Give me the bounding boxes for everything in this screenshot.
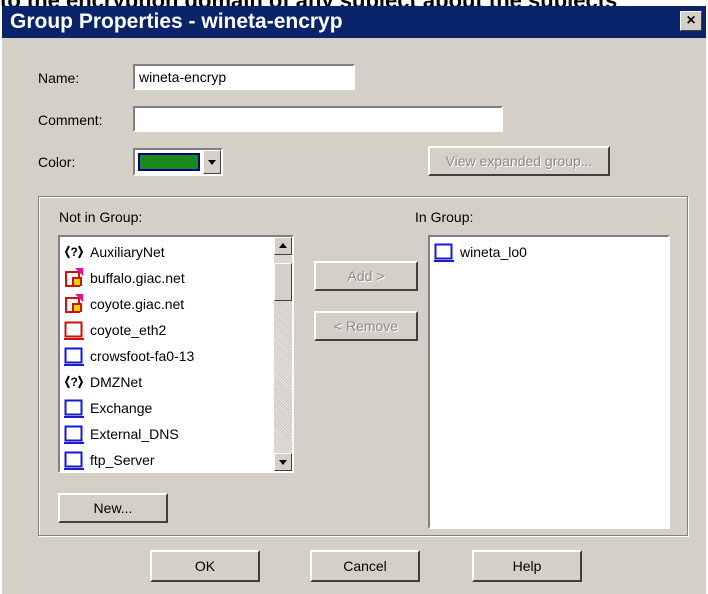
svg-text:?: ?	[71, 375, 78, 389]
scroll-up-button[interactable]	[274, 237, 292, 255]
not-in-group-label: Not in Group:	[59, 209, 143, 225]
color-dropdown[interactable]	[133, 148, 223, 176]
list-item[interactable]: External_DNS	[64, 421, 179, 447]
item-label: wineta_lo0	[460, 244, 527, 260]
chevron-down-icon	[279, 460, 287, 465]
host-icon	[64, 346, 84, 366]
new-button[interactable]: New...	[58, 493, 168, 523]
scroll-down-button[interactable]	[274, 453, 292, 471]
in-group-label: In Group:	[415, 209, 474, 225]
list-item[interactable]: Exchange	[64, 395, 152, 421]
network-icon: ?	[64, 242, 84, 262]
list-item[interactable]: coyote_eth2	[64, 317, 166, 343]
remove-button[interactable]: < Remove	[314, 311, 418, 341]
membership-group-box: Not in Group: In Group: ? AuxiliaryNet b…	[38, 196, 688, 536]
item-label: coyote.giac.net	[90, 296, 185, 312]
host-icon	[434, 242, 454, 262]
name-label: Name:	[38, 70, 80, 86]
title-bar[interactable]: Group Properties - wineta-encryp ×	[2, 6, 706, 38]
color-label: Color:	[38, 154, 76, 170]
list-item[interactable]: coyote.giac.net	[64, 291, 184, 317]
list-item[interactable]: buffalo.giac.net	[64, 265, 185, 291]
color-swatch	[138, 153, 200, 171]
dropdown-arrow-button[interactable]	[203, 150, 221, 174]
svg-text:?: ?	[71, 245, 78, 259]
vertical-scrollbar[interactable]	[274, 237, 292, 471]
network-icon: ?	[64, 372, 84, 392]
item-label: coyote_eth2	[90, 322, 167, 338]
group-properties-dialog: Group Properties - wineta-encryp × Name:…	[2, 6, 706, 594]
dialog-title: Group Properties - wineta-encryp	[10, 10, 343, 33]
scroll-thumb[interactable]	[274, 263, 292, 301]
item-label: External_DNS	[90, 426, 179, 442]
host-icon	[64, 424, 84, 444]
name-field[interactable]: wineta-encryp	[133, 64, 355, 90]
list-item[interactable]: wineta_lo0	[434, 239, 527, 265]
list-item[interactable]: crowsfoot-fa0-13	[64, 343, 194, 369]
item-label: crowsfoot-fa0-13	[90, 348, 195, 364]
ok-button[interactable]: OK	[150, 550, 260, 582]
cancel-button[interactable]: Cancel	[310, 550, 420, 582]
item-label: DMZNet	[90, 374, 143, 390]
item-label: buffalo.giac.net	[90, 270, 185, 286]
interface-red-icon	[64, 320, 84, 340]
gateway-icon	[64, 294, 84, 314]
gateway-icon	[64, 268, 84, 288]
comment-field[interactable]	[133, 106, 503, 132]
help-button[interactable]: Help	[472, 550, 582, 582]
item-label: Exchange	[90, 400, 153, 416]
list-item[interactable]: ftp_Server	[64, 447, 155, 471]
not-in-group-list[interactable]: ? AuxiliaryNet buffalo.giac.net coyote.g…	[58, 235, 294, 473]
view-expanded-group-button[interactable]: View expanded group...	[428, 146, 610, 176]
chevron-up-icon	[279, 243, 287, 248]
add-button[interactable]: Add >	[314, 261, 418, 291]
item-label: AuxiliaryNet	[90, 244, 165, 260]
item-label: ftp_Server	[90, 452, 155, 468]
in-group-list[interactable]: wineta_lo0	[428, 235, 670, 529]
list-item[interactable]: ? AuxiliaryNet	[64, 239, 165, 265]
comment-label: Comment:	[38, 112, 103, 128]
list-item[interactable]: ? DMZNet	[64, 369, 142, 395]
close-button[interactable]: ×	[680, 11, 702, 31]
host-icon	[64, 450, 84, 470]
host-icon	[64, 398, 84, 418]
chevron-down-icon	[208, 160, 216, 165]
